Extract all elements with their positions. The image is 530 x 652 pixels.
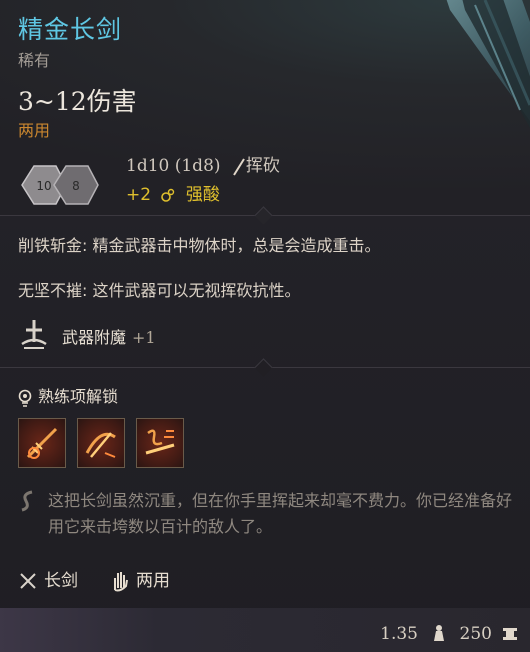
enchantment-value: +1	[132, 328, 156, 347]
bonus-damage: +2	[126, 185, 152, 205]
die-face-2: 8	[72, 179, 80, 193]
dice-icon: 10 8	[21, 165, 99, 205]
lightbulb-icon	[18, 389, 32, 407]
skill-1-icon	[26, 427, 58, 459]
skill-slot-1[interactable]	[18, 418, 66, 468]
weapon-type: 长剑	[44, 571, 78, 591]
item-name: 精金长剑	[18, 15, 123, 44]
sword-enchant-icon	[21, 320, 47, 349]
skill-slot-2[interactable]	[77, 418, 125, 468]
skill-slot-3[interactable]	[136, 418, 184, 468]
quote-icon	[21, 490, 33, 512]
item-weight: 1.35	[380, 624, 418, 644]
tooltip-header: 精金长剑 稀有 3~12伤害 两用 10 8 1d10 (1d8) 挥砍 +2 …	[0, 0, 530, 215]
item-price: 250	[459, 624, 492, 644]
bonus-type: 强酸	[185, 185, 220, 205]
item-handedness: 两用	[18, 121, 51, 140]
proficiency-header: 熟练项解锁	[18, 383, 118, 407]
item-rarity: 稀有	[18, 51, 51, 70]
passive-2: 无坚不摧: 这件武器可以无视挥砍抗性。	[18, 281, 301, 300]
skill-2-icon	[85, 432, 116, 458]
gold-icon	[503, 628, 517, 640]
enchantment-label-wrap: 武器附魔 +1	[62, 324, 156, 348]
passive-1: 削铁斩金: 精金武器击中物体时，总是会造成重击。	[18, 236, 381, 255]
weapon-type-tag: 长剑	[18, 566, 78, 591]
dice-formula-row: 1d10 (1d8) 挥砍	[126, 151, 280, 176]
lore-text: 这把长剑虽然沉重，但在你手里挥起来却毫不费力。你已经准备好用它来击垮数以百计的敌…	[48, 491, 513, 537]
proficiency-label: 熟练项解锁	[38, 387, 119, 406]
skill-3-icon	[145, 429, 175, 455]
hands-value: 两用	[136, 571, 170, 591]
hand-icon	[114, 572, 128, 592]
slash-icon	[233, 157, 245, 176]
hands-tag: 两用	[110, 566, 170, 592]
item-damage: 3~12伤害	[18, 87, 137, 116]
item-tooltip: 精金长剑 稀有 3~12伤害 两用 10 8 1d10 (1d8) 挥砍 +2 …	[0, 0, 530, 652]
acid-icon	[161, 188, 175, 202]
tooltip-footer: 1.35 250	[0, 608, 530, 652]
enchantment-label: 武器附魔	[62, 328, 127, 347]
damage-type: 挥砍	[245, 156, 280, 176]
dice-formula: 1d10 (1d8)	[126, 156, 221, 176]
die-face-1: 10	[36, 179, 51, 193]
divider-notch	[254, 358, 273, 377]
bonus-damage-row: +2 强酸	[126, 180, 220, 205]
weight-icon	[434, 625, 444, 641]
weapon-art	[446, 0, 530, 128]
crossed-swords-icon	[20, 573, 36, 589]
